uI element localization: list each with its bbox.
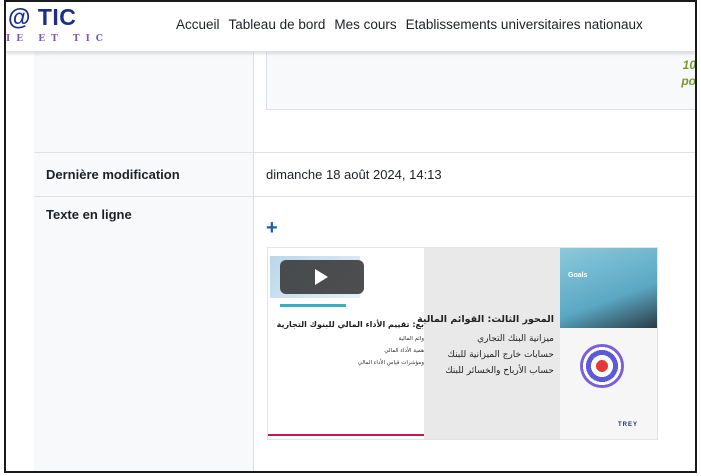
- last-modified-label: Dernière modification: [46, 167, 180, 182]
- video-play-button[interactable]: [280, 260, 364, 294]
- expand-plus-icon[interactable]: +: [266, 217, 278, 240]
- slide-heading: بع: تقييم الأداء المالي للبنوك التجارية: [276, 320, 424, 329]
- nav-item-my-courses[interactable]: Mes cours: [334, 17, 396, 32]
- table-row: Dernière modification dimanche 18 août 2…: [34, 152, 695, 196]
- slide-line: وائم المالية: [398, 336, 424, 342]
- site-logo-subtitle: IE ET TIC: [6, 34, 109, 44]
- nav-item-home[interactable]: Accueil: [176, 17, 220, 32]
- site-logo[interactable]: @ TIC: [8, 4, 76, 31]
- play-icon: [315, 269, 328, 285]
- primary-navigation: Accueil Tableau de bord Mes cours Etabli…: [176, 17, 643, 32]
- nav-item-universities[interactable]: Etablissements universitaires nationaux: [406, 17, 643, 32]
- goals-notebook-image: Goals: [560, 248, 657, 328]
- submission-status-table: 10 po Dernière modification dimanche 18 …: [34, 52, 696, 471]
- slide-accent-bar: [268, 434, 424, 436]
- slide-right-panel: Goals TREY: [560, 248, 657, 439]
- target-icon: [580, 344, 624, 388]
- feedback-text: 10: [682, 58, 696, 72]
- goals-label: Goals: [568, 272, 588, 279]
- feedback-text: po: [681, 74, 696, 88]
- slide-left-panel: بع: تقييم الأداء المالي للبنوك التجارية …: [268, 248, 424, 439]
- row-label-cell: [34, 197, 254, 471]
- brand-label: TREY: [618, 422, 639, 428]
- embedded-presentation[interactable]: بع: تقييم الأداء المالي للبنوك التجارية …: [267, 247, 658, 440]
- feedback-box: 10 po: [266, 52, 696, 110]
- slide-heading: المحور الثالث: القوائم المالية: [417, 314, 554, 325]
- slide-line: همية الأداء المالي: [384, 348, 424, 354]
- slide-bullet: حسابات خارج الميزانية للبنك: [447, 350, 554, 360]
- table-row: 10 po: [34, 52, 696, 152]
- slide-line: ومؤشرات قياس الأداء المالي: [357, 360, 424, 366]
- row-label-cell: [34, 52, 254, 152]
- nav-item-dashboard[interactable]: Tableau de bord: [229, 17, 326, 32]
- slide-bullet: ميزانية البنك التجاري: [477, 334, 554, 344]
- last-modified-value: dimanche 18 août 2024, 14:13: [266, 167, 442, 182]
- divider: [280, 304, 346, 307]
- slide-bullet: حساب الأرباح والخسائر للبنك: [445, 366, 554, 376]
- browser-frame: @ TIC IE ET TIC Accueil Tableau de bord …: [4, 0, 697, 473]
- top-navbar: @ TIC IE ET TIC Accueil Tableau de bord …: [6, 2, 695, 52]
- online-text-label: Texte en ligne: [46, 207, 132, 222]
- slide-center-panel: المحور الثالث: القوائم المالية ميزانية ا…: [417, 248, 560, 439]
